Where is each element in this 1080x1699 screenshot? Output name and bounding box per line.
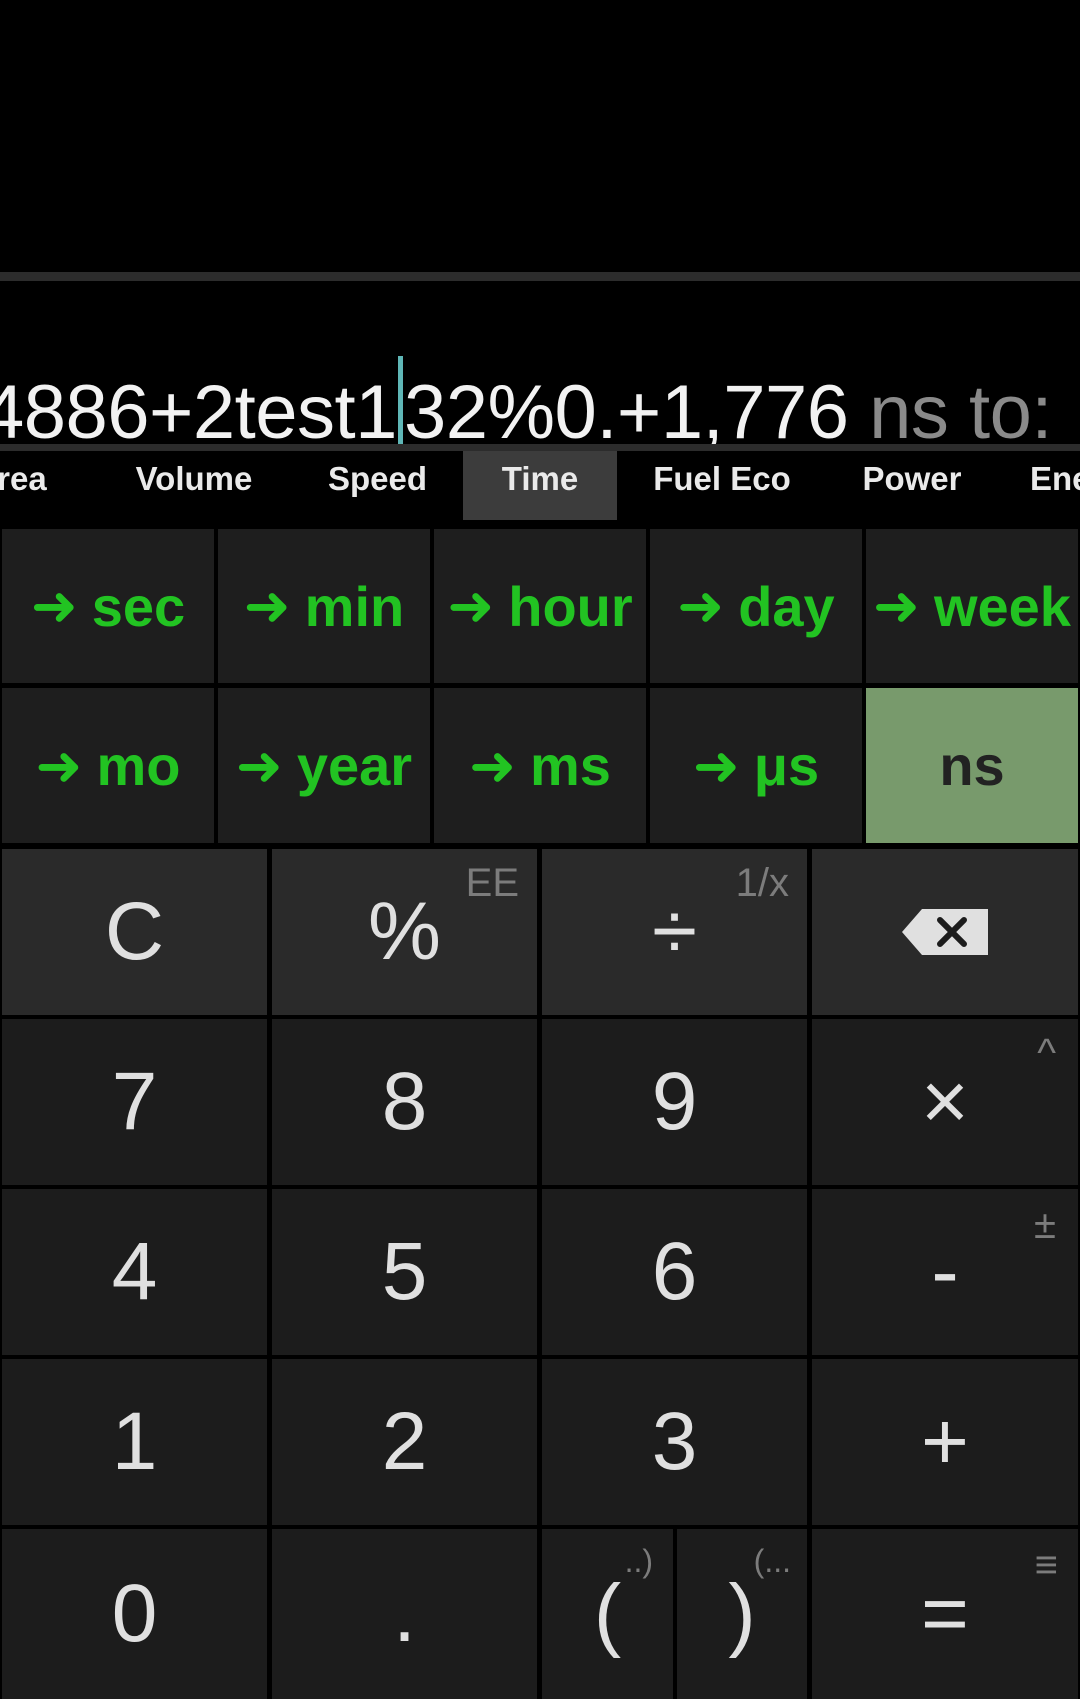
arrow-right-icon: ➜: [692, 733, 740, 797]
key-label: C: [104, 886, 165, 977]
key-label: %: [368, 886, 441, 977]
expression-after-cursor: 32%0.+1,776: [403, 370, 849, 445]
close-paren-button[interactable]: ) (...: [677, 1529, 807, 1699]
conversion-suffix: ns to:: [848, 370, 1052, 445]
key-label: -: [931, 1226, 959, 1317]
convert-to-mo-button[interactable]: ➜ mo: [2, 688, 214, 843]
convert-to-hour-button[interactable]: ➜ hour: [434, 529, 646, 683]
arrow-right-icon: ➜: [35, 733, 83, 797]
multiply-button[interactable]: × ^: [812, 1019, 1078, 1185]
digit-4-button[interactable]: 4: [2, 1189, 267, 1355]
arrow-right-icon: ➜: [677, 574, 725, 637]
history-area: [0, 0, 1080, 272]
menu-icon[interactable]: ≡: [1035, 1543, 1058, 1588]
tab-fuel-eco[interactable]: Fuel Eco: [640, 451, 804, 520]
text-cursor: [397, 356, 403, 444]
convert-to-us-button[interactable]: ➜ μs: [650, 688, 862, 843]
key-label: ÷: [651, 886, 697, 977]
unit-label: ms: [529, 734, 611, 797]
arrow-right-icon: ➜: [235, 733, 283, 797]
unit-label: μs: [753, 734, 820, 797]
unit-label: min: [304, 574, 405, 638]
tab-speed[interactable]: Speed: [305, 451, 450, 520]
convert-to-year-button[interactable]: ➜ year: [218, 688, 430, 843]
percent-button[interactable]: % EE: [272, 849, 537, 1015]
key-label: ×: [921, 1056, 969, 1147]
unit-label: sec: [91, 574, 186, 638]
key-label: ): [728, 1568, 756, 1659]
key-label: 7: [111, 1056, 158, 1147]
backspace-button[interactable]: [812, 849, 1078, 1015]
unit-label: ns: [939, 734, 1005, 797]
convert-to-ms-button[interactable]: ➜ ms: [434, 688, 646, 843]
arrow-right-icon: ➜: [243, 574, 291, 637]
unit-category-tabs: Area Volume Speed Time Fuel Eco Power En…: [0, 451, 1080, 520]
digit-2-button[interactable]: 2: [272, 1359, 537, 1525]
key-label: 3: [651, 1396, 698, 1487]
tab-power[interactable]: Power: [835, 451, 989, 520]
key-label: =: [921, 1568, 969, 1659]
key-label: 9: [651, 1056, 698, 1147]
divider: [0, 444, 1080, 451]
tab-volume[interactable]: Volume: [110, 451, 278, 520]
digit-6-button[interactable]: 6: [542, 1189, 807, 1355]
convert-to-min-button[interactable]: ➜ min: [218, 529, 430, 683]
clear-button[interactable]: C: [2, 849, 267, 1015]
plus-minus-alt-label: ±: [1034, 1203, 1056, 1247]
key-label: 2: [381, 1396, 428, 1487]
digit-5-button[interactable]: 5: [272, 1189, 537, 1355]
divider: [0, 272, 1080, 281]
key-label: 4: [111, 1226, 158, 1317]
key-label: +: [921, 1396, 969, 1487]
arrow-right-icon: ➜: [30, 574, 78, 637]
divide-button[interactable]: ÷ 1/x: [542, 849, 807, 1015]
key-label: 6: [651, 1226, 698, 1317]
open-paren-button[interactable]: ( ..): [542, 1529, 673, 1699]
power-alt-label: ^: [1037, 1031, 1056, 1075]
key-label: 8: [381, 1056, 428, 1147]
plus-button[interactable]: +: [812, 1359, 1078, 1525]
key-label: (: [593, 1568, 622, 1659]
convert-to-day-button[interactable]: ➜ day: [650, 529, 862, 683]
current-unit-ns[interactable]: ns: [866, 688, 1078, 843]
unit-label: week: [933, 574, 1071, 638]
tab-time[interactable]: Time: [463, 451, 617, 520]
key-label: .: [393, 1568, 416, 1659]
digit-7-button[interactable]: 7: [2, 1019, 267, 1185]
key-label: 0: [111, 1568, 158, 1659]
unit-label: day: [738, 574, 835, 638]
ee-alt-label: EE: [465, 861, 519, 905]
expression-display[interactable]: 4886+2test132%0.+1,776 ns to:: [0, 281, 1080, 444]
tab-area[interactable]: Area: [0, 451, 70, 520]
digit-8-button[interactable]: 8: [272, 1019, 537, 1185]
reciprocal-alt-label: 1/x: [735, 861, 789, 905]
equals-button[interactable]: = ≡: [812, 1529, 1078, 1699]
digit-3-button[interactable]: 3: [542, 1359, 807, 1525]
digit-1-button[interactable]: 1: [2, 1359, 267, 1525]
close-paren-alt-label: (...: [753, 1543, 791, 1579]
convert-to-week-button[interactable]: ➜ week: [866, 529, 1078, 683]
expression-before-cursor: 4886+2test1: [0, 370, 397, 445]
minus-button[interactable]: - ±: [812, 1189, 1078, 1355]
convert-to-sec-button[interactable]: ➜ sec: [2, 529, 214, 683]
unit-label: mo: [96, 734, 181, 797]
expression-text[interactable]: 4886+2test132%0.+1,776 ns to:: [0, 356, 1052, 444]
digit-0-button[interactable]: 0: [2, 1529, 267, 1699]
open-paren-alt-label: ..): [624, 1543, 653, 1579]
unit-label: year: [296, 734, 413, 797]
arrow-right-icon: ➜: [873, 574, 920, 637]
tab-energy[interactable]: Ene: [1030, 451, 1080, 520]
unit-label: hour: [508, 574, 633, 638]
key-label: 5: [381, 1226, 428, 1317]
digit-9-button[interactable]: 9: [542, 1019, 807, 1185]
key-label: 1: [111, 1396, 158, 1487]
arrow-right-icon: ➜: [469, 733, 516, 797]
arrow-right-icon: ➜: [447, 574, 495, 637]
decimal-point-button[interactable]: .: [272, 1529, 537, 1699]
backspace-icon: [902, 909, 988, 955]
